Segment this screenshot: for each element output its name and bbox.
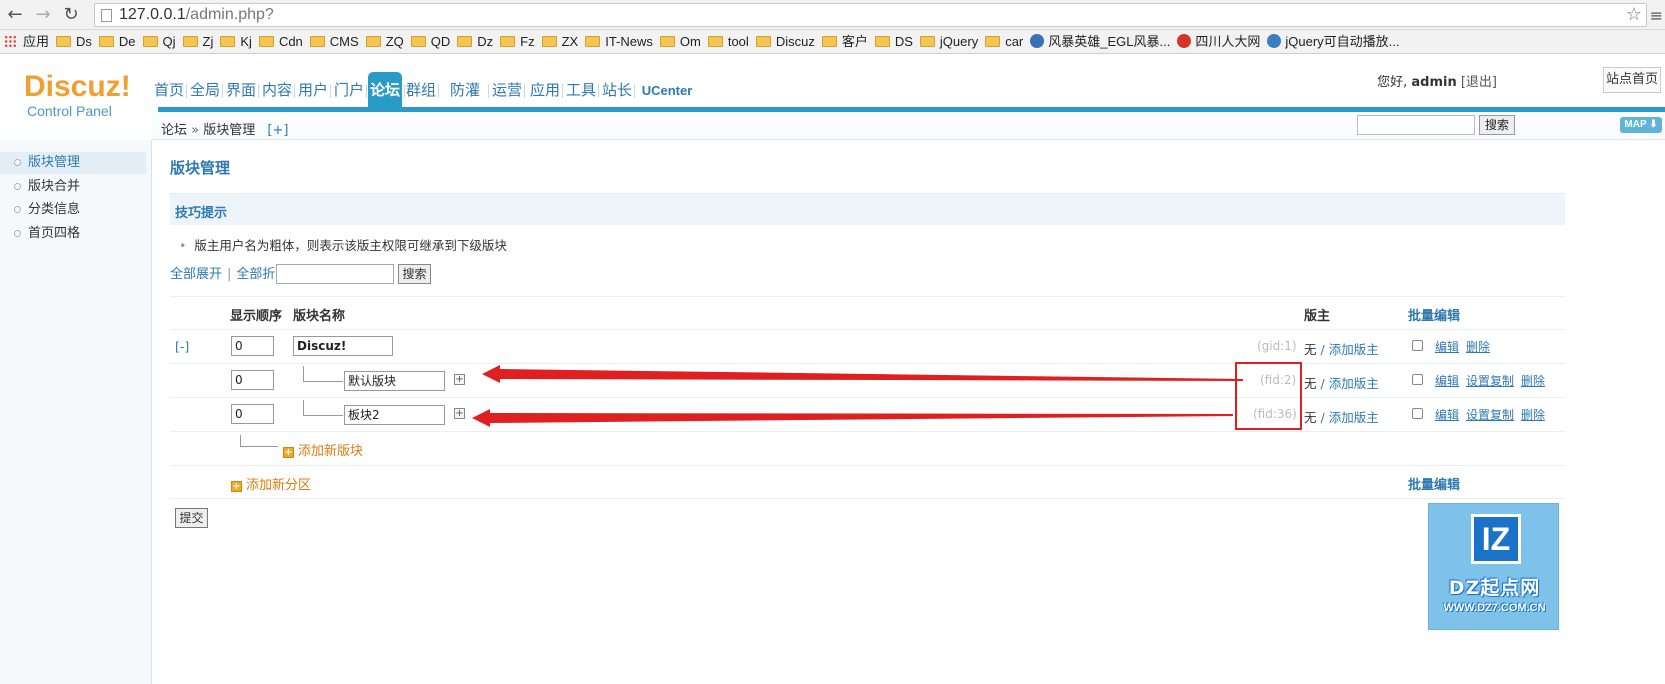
annotation-arrow-1: [482, 365, 1243, 383]
watermark-url: WWW.DZ7.COM.CN: [1443, 602, 1546, 614]
annotation-arrow-2: [472, 409, 1233, 427]
watermark-title: DZ起点网: [1448, 577, 1541, 599]
watermark-logo: IZ DZ起点网 WWW.DZ7.COM.CN: [1428, 503, 1559, 630]
watermark-badge: IZ: [1471, 514, 1521, 564]
annotation-arrows: [472, 365, 1243, 427]
